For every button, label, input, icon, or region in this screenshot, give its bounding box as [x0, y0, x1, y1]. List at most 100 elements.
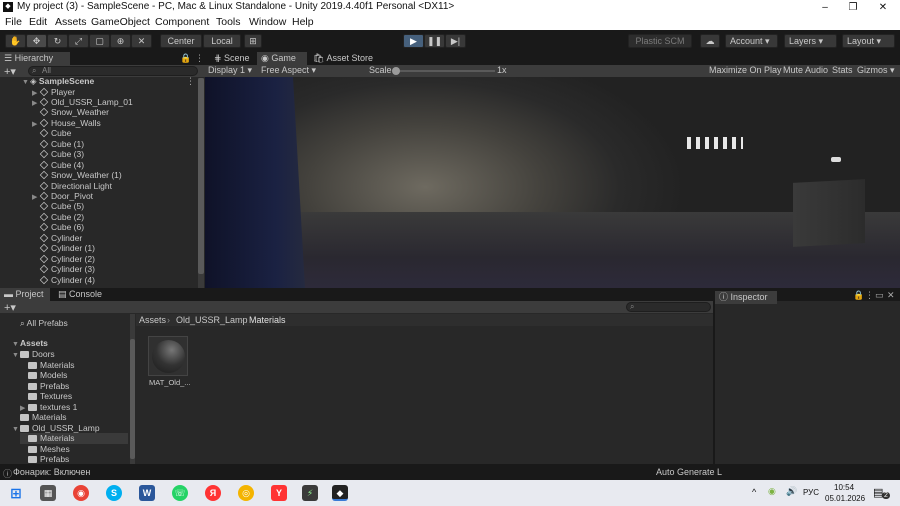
create-button[interactable]: +▾ [4, 65, 16, 78]
menu-help[interactable]: Help [292, 16, 314, 28]
breadcrumb-assets[interactable]: Assets [139, 315, 166, 325]
yandex-icon[interactable]: Y [271, 485, 287, 501]
step-button[interactable]: ▶| [445, 34, 466, 48]
pause-button[interactable]: ❚❚ [424, 34, 445, 48]
hierarchy-item[interactable]: Cylinder (2) [32, 254, 95, 265]
layout-dropdown[interactable]: Layout ▾ [842, 34, 895, 48]
clock-date[interactable]: 05.01.2026 [825, 494, 865, 503]
project-folder[interactable]: Textures [20, 391, 72, 402]
hierarchy-item[interactable]: ▶ House_Walls [32, 118, 101, 129]
hierarchy-search-input[interactable]: ⌕ All [28, 66, 198, 76]
hierarchy-item[interactable]: Cube (2) [32, 212, 84, 223]
menu-tools[interactable]: Tools [216, 16, 241, 28]
tab-hierarchy[interactable]: ☰ Hierarchy [0, 52, 70, 65]
menu-assets[interactable]: Assets [55, 16, 87, 28]
project-folder[interactable]: Materials [20, 433, 128, 444]
maximize-button[interactable]: ❐ [840, 0, 866, 15]
breadcrumb-old-ussr-lamp[interactable]: Old_USSR_Lamp [176, 315, 248, 325]
menu-file[interactable]: File [5, 16, 22, 28]
folder-arrow-icon[interactable]: ▼ [12, 351, 20, 362]
minimize-button[interactable]: – [812, 0, 838, 15]
skype-icon[interactable]: S [106, 485, 122, 501]
rect-tool-button[interactable]: ▢ [89, 34, 110, 48]
hierarchy-item[interactable]: Cube (6) [32, 222, 84, 233]
project-create-button[interactable]: +▾ [4, 301, 16, 314]
hierarchy-item[interactable]: Cylinder [32, 233, 82, 244]
hierarchy-item[interactable]: ▶ Door_Pivot [32, 191, 93, 202]
lock-icon[interactable]: 🔒 [853, 290, 864, 301]
assets-folder[interactable]: ▼Assets [12, 338, 48, 349]
yandex-browser-icon[interactable]: Я [205, 485, 221, 501]
mute-audio-toggle[interactable]: Mute Audio [783, 65, 828, 75]
folder-arrow-icon[interactable]: ▼ [12, 425, 20, 436]
aspect-dropdown[interactable]: Free Aspect ▾ [261, 65, 316, 76]
hierarchy-scrollbar[interactable] [198, 78, 204, 288]
hierarchy-item[interactable]: Cube (3) [32, 149, 84, 160]
hierarchy-item[interactable]: Snow_Weather [32, 107, 109, 118]
game-view[interactable] [205, 77, 900, 288]
layers-dropdown[interactable]: Layers ▾ [784, 34, 837, 48]
display-dropdown[interactable]: Display 1 ▾ [208, 65, 252, 76]
play-button[interactable]: ▶ [403, 34, 424, 48]
lock-icon[interactable]: 🔒 [180, 53, 191, 64]
scale-slider[interactable] [392, 67, 495, 75]
maximize-on-play-toggle[interactable]: Maximize On Play [709, 65, 782, 75]
tab-game[interactable]: ◉ Game [257, 52, 307, 65]
hierarchy-item[interactable]: Cube (1) [32, 139, 84, 150]
pivot-center-button[interactable]: Center [160, 34, 202, 48]
tab-console[interactable]: ▤ Console [54, 288, 104, 301]
word-icon[interactable]: W [139, 485, 155, 501]
menu-edit[interactable]: Edit [29, 16, 47, 28]
menu-window[interactable]: Window [249, 16, 286, 28]
hierarchy-item[interactable]: Cylinder (4) [32, 275, 95, 286]
hand-tool-button[interactable]: ✋ [5, 34, 26, 48]
close-panel-icon[interactable]: ✕ [887, 290, 895, 301]
hierarchy-item[interactable]: Cylinder (3) [32, 264, 95, 275]
tab-inspector[interactable]: ⓘ Inspector [715, 291, 777, 304]
project-folder[interactable]: Models [20, 370, 67, 381]
menu-icon[interactable]: ⋮ [195, 53, 204, 64]
move-tool-button[interactable]: ✥ [26, 34, 47, 48]
close-button[interactable]: ✕ [870, 0, 896, 15]
hierarchy-item[interactable]: ▶ Old_USSR_Lamp_01 [32, 97, 133, 108]
project-folder[interactable]: ▼ Old_USSR_Lamp [12, 423, 100, 434]
project-folder[interactable]: ▼ Doors [12, 349, 55, 360]
notepad-plus-icon[interactable]: ⚡ [302, 485, 318, 501]
material-asset[interactable] [148, 336, 188, 376]
language-indicator[interactable]: РУС [803, 488, 819, 497]
scale-slider-handle[interactable] [392, 67, 400, 75]
cloud-button[interactable]: ☁ [700, 34, 720, 48]
rotate-tool-button[interactable]: ↻ [47, 34, 68, 48]
project-folder[interactable]: Prefabs [20, 454, 69, 465]
project-folder[interactable]: Materials [20, 360, 74, 371]
maximize-panel-icon[interactable]: ▭ [875, 290, 884, 301]
volume-icon[interactable]: 🔊 [786, 486, 797, 497]
scene-row[interactable]: ▼◈ SampleScene [22, 76, 94, 87]
chevron-up-icon[interactable]: ^ [752, 487, 756, 497]
tab-asset-store[interactable]: 🛍 Asset Store [309, 52, 374, 65]
transform-tool-button[interactable]: ⊕ [110, 34, 131, 48]
grid-snap-button[interactable]: ⊞ [244, 34, 262, 48]
hierarchy-item[interactable]: ▶ Player [32, 87, 75, 98]
gizmos-dropdown[interactable]: Gizmos ▾ [857, 65, 895, 76]
project-folder[interactable]: ▶ textures 1 [20, 402, 77, 413]
project-search-input[interactable]: ⌕ [626, 302, 711, 312]
windows-start-icon[interactable]: ⊞ [8, 485, 24, 501]
whatsapp-icon[interactable]: ☏ [172, 485, 188, 501]
pivot-local-button[interactable]: Local [203, 34, 241, 48]
hierarchy-item[interactable]: Cube (5) [32, 201, 84, 212]
status-message[interactable]: Фонарик: Включен [13, 467, 90, 477]
plastic-scm-button[interactable]: Plastic SCM [628, 34, 692, 48]
menu-gameobject[interactable]: GameObject [91, 16, 150, 28]
hierarchy-item[interactable]: Cylinder (1) [32, 243, 95, 254]
project-tree-scrollbar[interactable] [130, 314, 135, 464]
project-folder[interactable]: Materials [12, 412, 66, 423]
network-status-icon[interactable]: ◉ [768, 486, 776, 497]
hierarchy-item[interactable]: Cube (4) [32, 160, 84, 171]
clock-time[interactable]: 10:54 [834, 483, 854, 492]
menu-icon[interactable]: ⋮ [865, 290, 874, 301]
scale-tool-button[interactable]: ⤢ [68, 34, 89, 48]
hierarchy-item[interactable]: Snow_Weather (1) [32, 170, 122, 181]
chrome-icon[interactable]: ◉ [73, 485, 89, 501]
project-folder[interactable]: Prefabs [20, 381, 69, 392]
